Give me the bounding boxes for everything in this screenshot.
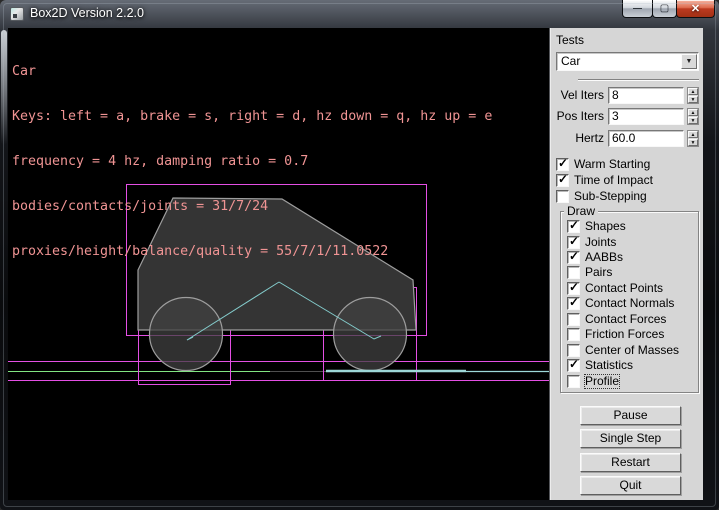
- checkbox-label: AABBs: [585, 251, 623, 264]
- checkbox-label: Contact Normals: [585, 297, 674, 310]
- maximize-icon: ▢: [660, 3, 669, 14]
- checkbox-box: ✓: [567, 220, 580, 233]
- window-controls: — ▢ ✕: [623, 0, 715, 18]
- pause-button[interactable]: Pause: [580, 406, 681, 425]
- check-icon: ✓: [558, 172, 568, 186]
- tests-dropdown[interactable]: Car ▼: [556, 52, 699, 71]
- spinner-down-icon: ▼: [691, 140, 696, 146]
- info-line: Car: [12, 64, 492, 79]
- checkbox-label: Friction Forces: [585, 328, 664, 341]
- chevron-down-icon: ▼: [686, 53, 693, 70]
- checkbox-label: Shapes: [585, 220, 626, 233]
- spinner-up-icon: ▲: [691, 110, 696, 116]
- spinner-up-button[interactable]: ▲: [688, 131, 698, 138]
- checkbox-label: Contact Forces: [585, 313, 666, 326]
- checkbox-box: [567, 266, 580, 279]
- spinner-down-icon: ▼: [691, 97, 696, 103]
- check-icon: ✓: [569, 357, 579, 371]
- right-wheel: [334, 298, 407, 371]
- info-line: Keys: left = a, brake = s, right = d, hz…: [12, 109, 492, 124]
- info-line: proxies/height/balance/quality = 55/7/1/…: [12, 244, 492, 259]
- close-icon: ✕: [691, 2, 700, 15]
- pos-iters-field[interactable]: 3: [608, 108, 684, 125]
- single-step-button[interactable]: Single Step: [580, 429, 681, 448]
- dropdown-arrow-button[interactable]: ▼: [681, 54, 697, 69]
- spinner-up-icon: ▲: [691, 89, 696, 95]
- debug-info-text: Car Keys: left = a, brake = s, right = d…: [12, 34, 492, 289]
- checkbox-box: [567, 344, 580, 357]
- minimize-icon: —: [633, 3, 642, 13]
- checkbox-box: [567, 375, 580, 388]
- app-window: Box2D Version 2.2.0 — ▢ ✕: [0, 0, 719, 510]
- checkbox-box: ✓: [567, 359, 580, 372]
- minimize-button[interactable]: —: [622, 0, 653, 18]
- info-line: frequency = 4 hz, damping ratio = 0.7: [12, 154, 492, 169]
- vel-iters-field[interactable]: 8: [608, 87, 684, 104]
- checkbox-box: [567, 313, 580, 326]
- spinner-down-icon: ▼: [691, 118, 696, 124]
- tests-label: Tests: [556, 33, 584, 47]
- hertz-spinner: ▲ ▼: [687, 130, 699, 147]
- check-icon: ✓: [569, 280, 579, 294]
- checkbox-box: ✓: [567, 282, 580, 295]
- client-area: Car Keys: left = a, brake = s, right = d…: [8, 28, 703, 500]
- checkbox-label: Profile: [585, 375, 619, 388]
- quit-button[interactable]: Quit: [580, 476, 681, 495]
- spinner-up-button[interactable]: ▲: [688, 88, 698, 95]
- spinner-down-button[interactable]: ▼: [688, 139, 698, 146]
- hertz-field[interactable]: 60.0: [608, 130, 684, 147]
- checkbox-label: Statistics: [585, 359, 633, 372]
- check-icon: ✓: [569, 295, 579, 309]
- hertz-label: Hertz: [550, 130, 604, 147]
- title-bar[interactable]: Box2D Version 2.2.0 — ▢ ✕: [0, 0, 719, 28]
- tests-dropdown-value: Car: [561, 53, 580, 70]
- vel-iters-spinner: ▲ ▼: [687, 87, 699, 104]
- spinner-up-button[interactable]: ▲: [688, 109, 698, 116]
- checkbox-box: ✓: [567, 251, 580, 264]
- checkbox-box: ✓: [567, 236, 580, 249]
- checkbox-label: Time of Impact: [574, 174, 653, 187]
- checkbox-label: Contact Points: [585, 282, 663, 295]
- maximize-button[interactable]: ▢: [652, 0, 677, 18]
- separator: [578, 79, 699, 81]
- checkbox-box: ✓: [556, 174, 569, 187]
- checkbox-box: [567, 328, 580, 341]
- pos-iters-spinner: ▲ ▼: [687, 108, 699, 125]
- info-line: bodies/contacts/joints = 31/7/24: [12, 199, 492, 214]
- checkbox-box: [556, 190, 569, 203]
- checkbox-box: ✓: [567, 297, 580, 310]
- window-title: Box2D Version 2.2.0: [30, 0, 144, 28]
- draw-group-title: Draw: [564, 204, 598, 218]
- check-icon: ✓: [569, 234, 579, 248]
- checkbox-label: Sub-Stepping: [574, 190, 647, 203]
- control-panel: Tests Car ▼ Vel Iters 8 ▲ ▼ Pos Iters 3 …: [549, 28, 703, 500]
- spinner-down-button[interactable]: ▼: [688, 117, 698, 124]
- check-icon: ✓: [569, 249, 579, 263]
- check-icon: ✓: [558, 156, 568, 170]
- close-button[interactable]: ✕: [676, 0, 715, 18]
- app-icon: [10, 7, 24, 21]
- pos-iters-label: Pos Iters: [550, 108, 604, 125]
- check-icon: ✓: [569, 218, 579, 232]
- spinner-up-icon: ▲: [691, 132, 696, 138]
- spinner-down-button[interactable]: ▼: [688, 96, 698, 103]
- checkbox-label: Joints: [585, 236, 616, 249]
- checkbox-box: ✓: [556, 158, 569, 171]
- vel-iters-label: Vel Iters: [550, 87, 604, 104]
- checkbox-label: Warm Starting: [574, 158, 650, 171]
- window-border-highlight: [1, 30, 7, 145]
- simulation-canvas[interactable]: Car Keys: left = a, brake = s, right = d…: [8, 28, 549, 500]
- checkbox-label: Pairs: [585, 266, 612, 279]
- left-wheel: [150, 298, 223, 371]
- checkbox-label: Center of Masses: [585, 344, 679, 357]
- restart-button[interactable]: Restart: [580, 453, 681, 472]
